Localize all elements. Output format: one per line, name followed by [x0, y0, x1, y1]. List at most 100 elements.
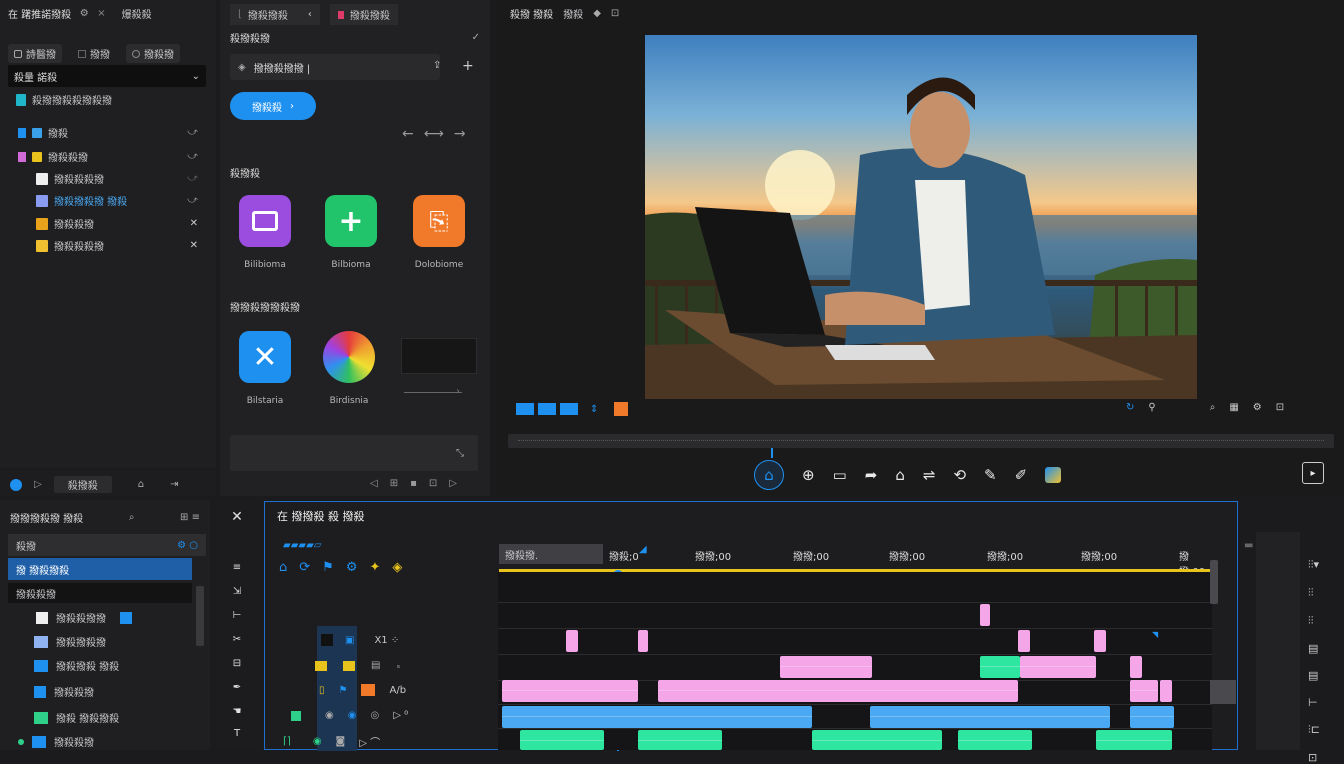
pen-icon[interactable]: ✒ [226, 676, 248, 698]
type-icon[interactable]: T [226, 722, 248, 744]
list-item[interactable]: 撥殺殺殺撥 ⤻ [36, 171, 198, 186]
arrow-right-icon[interactable]: → [454, 126, 466, 142]
mark-icon[interactable]: ⊡ [429, 478, 437, 489]
timeline-scrollbar[interactable] [1210, 560, 1218, 604]
toggle-icon[interactable]: ⌈⌉ [283, 736, 291, 747]
solo-icon[interactable]: ◙ [336, 736, 346, 747]
audio-meter-icon[interactable]: ⫶⊏ [1308, 723, 1320, 737]
list-item[interactable]: 撥殺殺撥 [8, 583, 192, 603]
settings-icon[interactable]: ⚙ [1253, 402, 1262, 413]
track-select-icon[interactable]: ⇲ [226, 580, 248, 602]
playhead-marker[interactable] [771, 448, 773, 458]
clip[interactable] [1096, 730, 1172, 750]
layout-icon[interactable]: ⊡ [611, 8, 619, 19]
bottom-field[interactable] [230, 435, 478, 471]
app-tile-blue[interactable]: ✕ [239, 331, 291, 383]
clip[interactable] [870, 706, 1110, 728]
app-tile-green[interactable]: + [325, 195, 377, 247]
forward-icon[interactable]: ➦ [865, 466, 878, 484]
clip[interactable] [502, 706, 812, 728]
settings-icon[interactable]: ⚙ [79, 8, 89, 19]
clip[interactable] [1094, 630, 1106, 652]
loop-icon[interactable]: ↻ [1126, 402, 1134, 413]
scrollbar[interactable] [196, 586, 204, 646]
clip[interactable] [1130, 656, 1142, 678]
list-item[interactable]: 撥殺撥殺撥 [34, 634, 106, 649]
color-swatch[interactable] [614, 402, 629, 416]
capture-icon[interactable]: ⊕ [802, 466, 815, 484]
grid-icon[interactable]: ▦ [1229, 402, 1238, 413]
lock-icon[interactable]: ⌂ [138, 479, 144, 490]
filter-icon[interactable]: ⚙ ○ [177, 540, 198, 551]
app-tile-orange[interactable]: ⎘ [413, 195, 465, 247]
list-item[interactable]: 撥殺殺撥 [18, 734, 94, 749]
monitor-icon[interactable]: ▭ [833, 466, 847, 484]
empty-slot[interactable] [401, 338, 477, 374]
apply-button[interactable]: 撥殺殺 › [230, 92, 316, 120]
audio-meter-icon[interactable]: ▤ [1308, 669, 1320, 682]
captions-icon[interactable]: ◈ [392, 560, 402, 575]
effect-search-field[interactable]: ◈ 撥撥殺撥撥 | [230, 54, 440, 80]
tab-effects[interactable]: 撥撥 [72, 44, 116, 63]
flag-icon[interactable] [291, 710, 301, 721]
time-ruler[interactable]: 撥殺;0 撥撥;00 撥撥;00 撥撥;00 撥撥;00 撥撥;00 撥撥;00 [499, 544, 1213, 578]
nest-icon[interactable]: ⌂ [279, 560, 287, 575]
footer-button[interactable]: 殺撥殺 [53, 476, 112, 493]
overlay-icon[interactable] [1045, 467, 1062, 483]
tab-graphics[interactable]: 撥殺撥 [126, 44, 180, 63]
window-tab-2[interactable]: 爆殺殺 [122, 6, 152, 21]
scrubber-bar[interactable] [508, 434, 1334, 448]
mark-in-icon[interactable]: ◁ [370, 478, 378, 489]
track-target-icon[interactable]: ▣ [345, 635, 354, 646]
folder-dropdown[interactable]: 殺量 諾殺 ⌄ [8, 65, 206, 87]
audio-meter-icon[interactable]: ⫶⫶ [1308, 586, 1320, 600]
arrow-left-icon[interactable]: ← [402, 126, 414, 142]
camera-icon[interactable]: ◉ [325, 710, 334, 721]
settings-icon[interactable]: ◎ [370, 710, 379, 721]
slip-icon[interactable]: ⊟ [226, 652, 248, 674]
hand-icon[interactable]: ☚ [226, 700, 248, 722]
panel-menu-icon[interactable]: ⊞ ≡ [180, 512, 200, 523]
upload-icon[interactable]: ⇪ [433, 60, 441, 71]
tab-b[interactable]: 撥殺撥殺 [329, 4, 398, 25]
marker-icon[interactable] [538, 403, 556, 415]
clip[interactable] [980, 656, 1020, 678]
clip[interactable] [812, 730, 942, 750]
list-item[interactable]: 撥殺撥殺 撥殺 [34, 658, 119, 673]
settings-icon[interactable]: ◆ [593, 8, 601, 19]
audio-meter-icon[interactable]: ⊢ [1308, 696, 1320, 709]
export-icon[interactable]: ⇥ [170, 479, 178, 490]
clip-icon[interactable] [361, 684, 376, 696]
ripple-edit-icon[interactable]: ⊢ [226, 604, 248, 626]
close-tab-icon[interactable]: × [97, 8, 105, 19]
clip[interactable] [1130, 706, 1174, 728]
clip[interactable] [520, 730, 604, 750]
clip[interactable] [502, 680, 638, 702]
track-area[interactable]: ◥ [498, 572, 1212, 750]
clip[interactable] [1018, 630, 1030, 652]
rotate-icon[interactable]: ⟲ [953, 466, 966, 484]
settings-icon[interactable]: ⚙ [346, 560, 358, 575]
clip[interactable] [658, 680, 1018, 702]
panel-menu-icon[interactable]: ▬ [1244, 540, 1253, 551]
export-frame-icon[interactable]: ⊡ [1276, 402, 1284, 413]
clip[interactable] [638, 630, 648, 652]
timeline-scroll-thumb[interactable] [1210, 680, 1236, 704]
monitor-tab[interactable]: 撥殺 [563, 6, 583, 21]
folder-icon[interactable] [315, 660, 327, 671]
list-item[interactable]: 撥殺殺撥 ✕ [36, 216, 198, 231]
edit-icon[interactable]: ✐ [1015, 466, 1028, 484]
audio-meter-icon[interactable]: ⫶⫶▾ [1308, 558, 1320, 572]
tab-media[interactable]: 詩醫撥 [8, 44, 62, 63]
marker-icon[interactable] [516, 403, 534, 415]
clip[interactable] [980, 604, 990, 626]
project-search[interactable]: 殺撥 ⚙ ○ [8, 534, 206, 556]
play-icon[interactable]: ▷ [34, 479, 42, 490]
list-item[interactable]: 撥殺撥殺撥 撥殺 ⤻ [36, 193, 198, 208]
audio-meter-icon[interactable]: ⊡ [1308, 751, 1320, 764]
marker-icon[interactable] [560, 403, 578, 415]
search-icon[interactable]: ⌕ [129, 512, 135, 523]
mute-icon[interactable]: ▯ [319, 685, 325, 696]
app-tile-purple[interactable] [239, 195, 291, 247]
link-icon[interactable]: ⟳ [299, 560, 310, 575]
